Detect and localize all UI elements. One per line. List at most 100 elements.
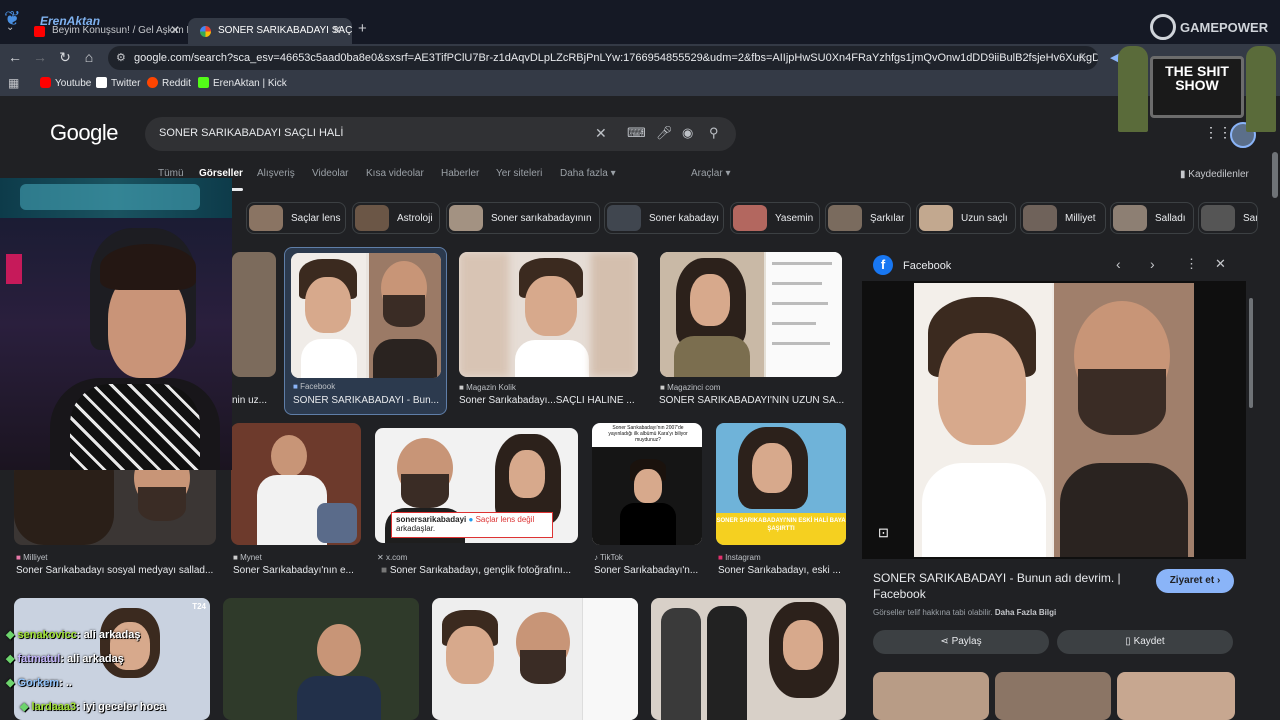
result-caption[interactable]: Soner Sarıkabadayı'nın e... <box>233 565 361 576</box>
forward-icon[interactable]: → <box>31 49 49 65</box>
saved-button[interactable]: ▮ Kaydedilenler <box>1180 169 1249 180</box>
result-image[interactable] <box>223 598 419 720</box>
result-caption[interactable]: Soner Sarıkabadayı'n... <box>594 565 702 576</box>
instagram-icon: ■ <box>718 553 726 562</box>
chip-salladi[interactable]: Salladı <box>1110 202 1194 234</box>
url-text: google.com/search?sca_esv=46653c5aad0ba8… <box>134 52 1098 64</box>
chat-badge-icon: ◆ <box>6 677 18 689</box>
close-icon[interactable]: ✕ <box>1215 256 1226 272</box>
chip-songs[interactable]: Şarkılar <box>825 202 911 234</box>
bookmark-reddit[interactable]: Reddit <box>147 77 191 89</box>
chip-lens[interactable]: Saçlar lens <box>246 202 346 234</box>
tab-short-videos[interactable]: Kısa videolar <box>366 168 424 179</box>
apps-grid-icon[interactable]: ▦ <box>8 76 19 90</box>
page-scrollbar[interactable] <box>1272 152 1278 198</box>
address-bar[interactable]: ⚙ google.com/search?sca_esv=46653c5aad0b… <box>108 46 1098 70</box>
tweet-overlay: sonersarikabadayi ● Saçlar lens değil ark… <box>391 512 553 538</box>
microphone-icon[interactable]: 🎤︎ <box>656 125 673 141</box>
result-image[interactable]: SONER SARIKABADAYI'NIN ESKİ HALİ BAYA ŞA… <box>716 423 846 545</box>
more-info-link[interactable]: Daha Fazla Bilgi <box>995 608 1056 617</box>
result-image[interactable]: Soner Sarıkabadayı'nın 2007'de yayınladı… <box>592 423 702 545</box>
result-image[interactable] <box>231 423 361 545</box>
result-card-selected[interactable]: ■ Facebook SONER SARIKABADAYI - Bun... <box>284 247 447 415</box>
chat-message: ◆ fatmatul: ali arkadaş <box>6 653 124 665</box>
verified-icon: ■ <box>381 565 390 576</box>
lens-search-icon[interactable]: ⊡ <box>878 525 889 541</box>
search-box[interactable]: SONER SARIKABADAYI SAÇLI HALİ ✕ ⌨ 🎤︎ ◉ ⚲ <box>145 117 736 151</box>
result-source: ✕ x.com <box>377 553 408 562</box>
chip-thumbnail <box>919 205 953 231</box>
result-image[interactable] <box>459 252 638 377</box>
result-caption[interactable]: Soner Sarıkabadayı sosyal medyayı sallad… <box>16 565 216 576</box>
result-caption[interactable]: SONER SARIKABADAYI'NIN UZUN SA... <box>659 395 844 406</box>
tab-places[interactable]: Yer siteleri <box>496 168 542 179</box>
tools-button[interactable]: Araçlar ▾ <box>691 168 730 179</box>
tab-google-search[interactable]: SONER SARIKABADAYI SAÇLI HA... ✕ <box>188 18 352 44</box>
reload-icon[interactable]: ↻ <box>56 49 74 66</box>
prev-icon[interactable]: ‹ <box>1116 256 1121 272</box>
close-tab-icon[interactable]: ✕ <box>332 23 342 37</box>
result-image[interactable]: sonersarikabadayi ● Saçlar lens değil ark… <box>375 428 578 543</box>
panel-image[interactable]: ⊡ <box>862 281 1246 559</box>
tab-more[interactable]: Daha fazla ▾ <box>560 168 616 179</box>
close-tab-icon[interactable]: ✕ <box>170 23 180 37</box>
search-query[interactable]: SONER SARIKABADAYI SAÇLI HALİ <box>159 127 343 139</box>
result-image[interactable] <box>291 253 441 378</box>
chip-long-hair[interactable]: Uzun saçlı <box>916 202 1016 234</box>
tab-news[interactable]: Haberler <box>441 168 479 179</box>
result-image[interactable] <box>660 252 842 377</box>
bookmark-youtube[interactable]: Youtube <box>40 77 91 89</box>
t24-badge: T24 <box>192 602 206 611</box>
result-source: ■ Instagram <box>718 553 761 562</box>
bookmark-twitter[interactable]: Twitter <box>96 77 140 89</box>
panel-scrollbar[interactable] <box>1249 298 1253 408</box>
chip-more[interactable]: Sar <box>1198 202 1258 234</box>
chip-yasemin[interactable]: Yasemin <box>730 202 820 234</box>
keyboard-icon[interactable]: ⌨ <box>627 125 646 141</box>
result-image[interactable] <box>651 598 846 720</box>
tab-videos[interactable]: Videolar <box>312 168 349 179</box>
clear-icon[interactable]: ✕ <box>595 125 607 142</box>
next-icon[interactable]: › <box>1150 256 1155 272</box>
chip-thumbnail <box>607 205 641 231</box>
new-tab-button[interactable]: + <box>358 20 367 37</box>
chip-astrology[interactable]: Astroloji <box>352 202 440 234</box>
bookmark-kick[interactable]: ErenAktan | Kick <box>198 77 287 89</box>
result-caption-partial[interactable]: nin uz... <box>232 395 276 406</box>
search-icon[interactable]: ⚲ <box>709 125 719 141</box>
save-button[interactable]: ▯ Kaydet <box>1057 630 1233 654</box>
visit-button[interactable]: Ziyaret et › <box>1156 569 1234 593</box>
panel-title[interactable]: SONER SARIKABADAYI - Bunun adı devrim. |… <box>873 570 1133 602</box>
site-icon: ■ <box>16 553 24 562</box>
site-info-icon[interactable]: ⚙ <box>116 51 126 64</box>
result-image-partial[interactable] <box>232 252 276 377</box>
chat-badge-icon: ◆ <box>20 701 32 713</box>
back-icon[interactable]: ← <box>6 49 24 65</box>
google-logo[interactable]: Google <box>50 120 118 146</box>
result-caption[interactable]: SONER SARIKABADAYI - Bun... <box>293 395 443 406</box>
result-image[interactable] <box>432 598 638 720</box>
youtube-icon <box>40 77 51 88</box>
chip-soner-sarikabadayinin[interactable]: Soner sarıkabadayının <box>446 202 600 234</box>
bookmark-star-icon[interactable]: ☆ <box>1076 50 1088 66</box>
result-caption[interactable]: Soner Sarıkabadayı...SAÇLI HALİNE ... <box>459 395 641 406</box>
chip-milliyet[interactable]: Milliyet <box>1020 202 1106 234</box>
lens-icon[interactable]: ◉ <box>682 125 693 141</box>
chip-thumbnail <box>249 205 283 231</box>
result-source: ■ Magazinci com <box>660 383 721 392</box>
chat-overlay: ◆ senakovicc: ali arkadaş ◆ fatmatul: al… <box>0 622 240 720</box>
share-button[interactable]: ⋖ Paylaş <box>873 630 1049 654</box>
panel-source[interactable]: Facebook <box>903 260 951 272</box>
more-options-icon[interactable]: ⋮ <box>1185 256 1198 272</box>
photo-right-half <box>1054 283 1194 557</box>
tab-shopping[interactable]: Alışveriş <box>257 168 295 179</box>
chat-badge-icon: ◆ <box>6 629 18 641</box>
result-source: ■ Mynet <box>233 553 262 562</box>
result-caption[interactable]: ■ Soner Sarıkabadayı, gençlik fotoğrafın… <box>381 565 577 576</box>
result-caption[interactable]: Soner Sarıkabadayı, eski ... <box>718 565 846 576</box>
result-source: ■ Milliyet <box>16 553 48 562</box>
result-source: ■ Magazin Kolik <box>459 383 516 392</box>
photo-left-half <box>660 252 764 377</box>
home-icon[interactable]: ⌂ <box>80 49 98 65</box>
chip-soner-kabadayi[interactable]: Soner kabadayı <box>604 202 724 234</box>
